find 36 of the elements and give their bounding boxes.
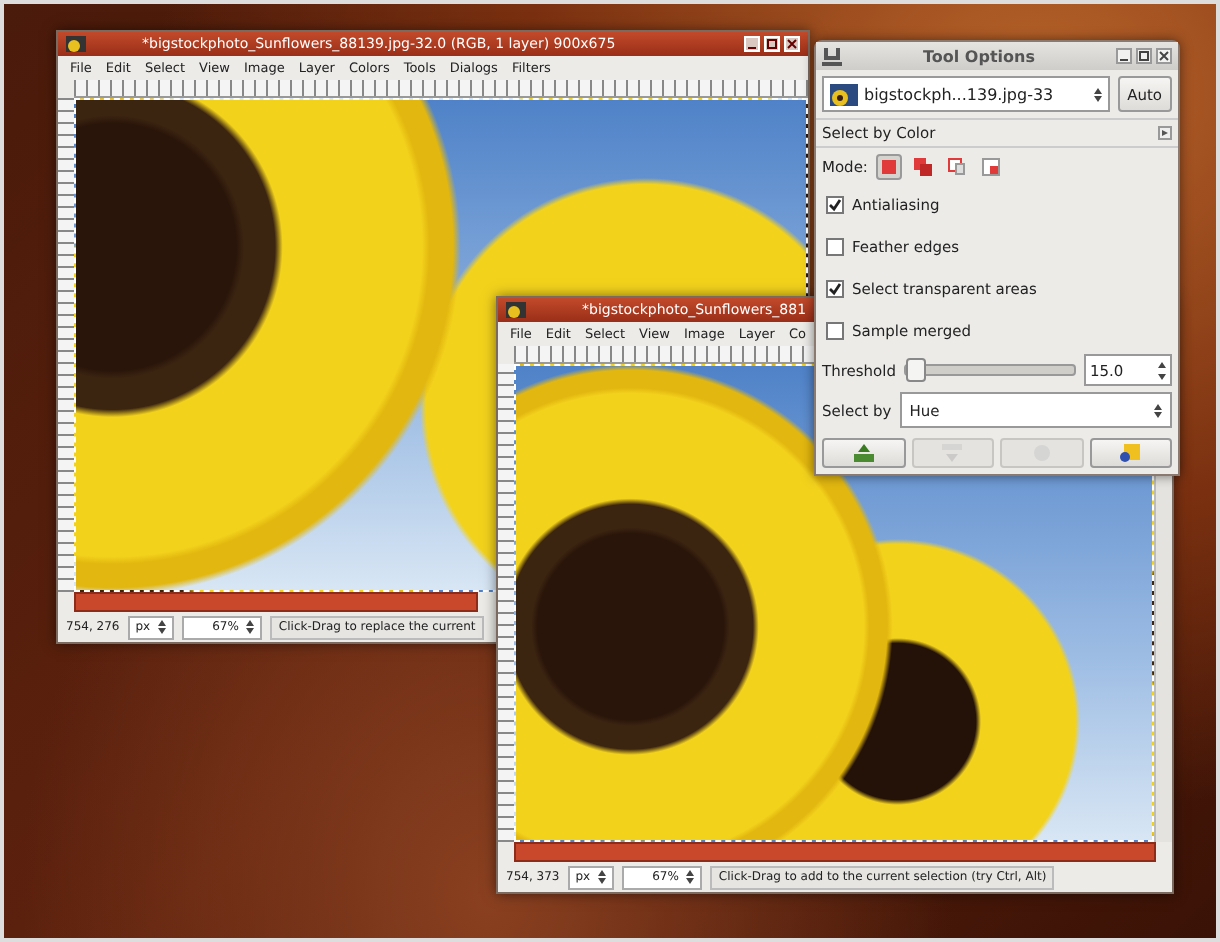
spinner-arrows-icon bbox=[686, 870, 695, 884]
mode-toggle[interactable] bbox=[875, 154, 902, 180]
subtract-mode-icon bbox=[947, 158, 966, 176]
window-title: Tool Options bbox=[921, 47, 1037, 65]
checkbox[interactable] bbox=[826, 321, 844, 339]
app-icon bbox=[506, 302, 526, 318]
menu-arrow-icon bbox=[1158, 126, 1172, 140]
add-mode-icon bbox=[913, 158, 932, 176]
window-controls-icon bbox=[1116, 48, 1172, 64]
spinner-arrows-icon bbox=[598, 870, 607, 884]
toolbox-icon bbox=[822, 47, 842, 65]
spinner-arrows-icon bbox=[1154, 403, 1162, 417]
restore-icon bbox=[942, 444, 963, 462]
reset-button[interactable] bbox=[1089, 438, 1172, 468]
app-icon bbox=[66, 36, 86, 52]
mode-toggle[interactable] bbox=[943, 154, 970, 180]
horizontal-scrollbar[interactable] bbox=[514, 842, 1156, 862]
slider-thumb[interactable] bbox=[906, 358, 927, 382]
image-thumbnail-icon bbox=[830, 83, 858, 105]
mode-toggle[interactable] bbox=[977, 154, 1004, 180]
horizontal-scrollbar[interactable] bbox=[74, 592, 478, 612]
checkbox[interactable] bbox=[826, 279, 844, 297]
window-controls-icon bbox=[744, 36, 800, 52]
spinner-arrows-icon bbox=[158, 620, 167, 634]
reset-icon bbox=[1120, 444, 1141, 462]
checkbox[interactable] bbox=[826, 237, 844, 255]
save-button[interactable] bbox=[822, 438, 905, 468]
checkbox[interactable] bbox=[826, 195, 844, 213]
spinner-arrows-icon bbox=[246, 620, 255, 634]
intersect-mode-icon bbox=[981, 158, 1000, 176]
replace-mode-icon bbox=[879, 158, 898, 176]
mode-toggle[interactable] bbox=[909, 154, 936, 180]
spinner-arrows-icon bbox=[1158, 361, 1166, 379]
image-dropdown[interactable]: bigstockph...139.jpg-33 bbox=[822, 76, 1110, 112]
save-icon bbox=[853, 444, 874, 462]
spinner-arrows-icon bbox=[1093, 87, 1102, 101]
